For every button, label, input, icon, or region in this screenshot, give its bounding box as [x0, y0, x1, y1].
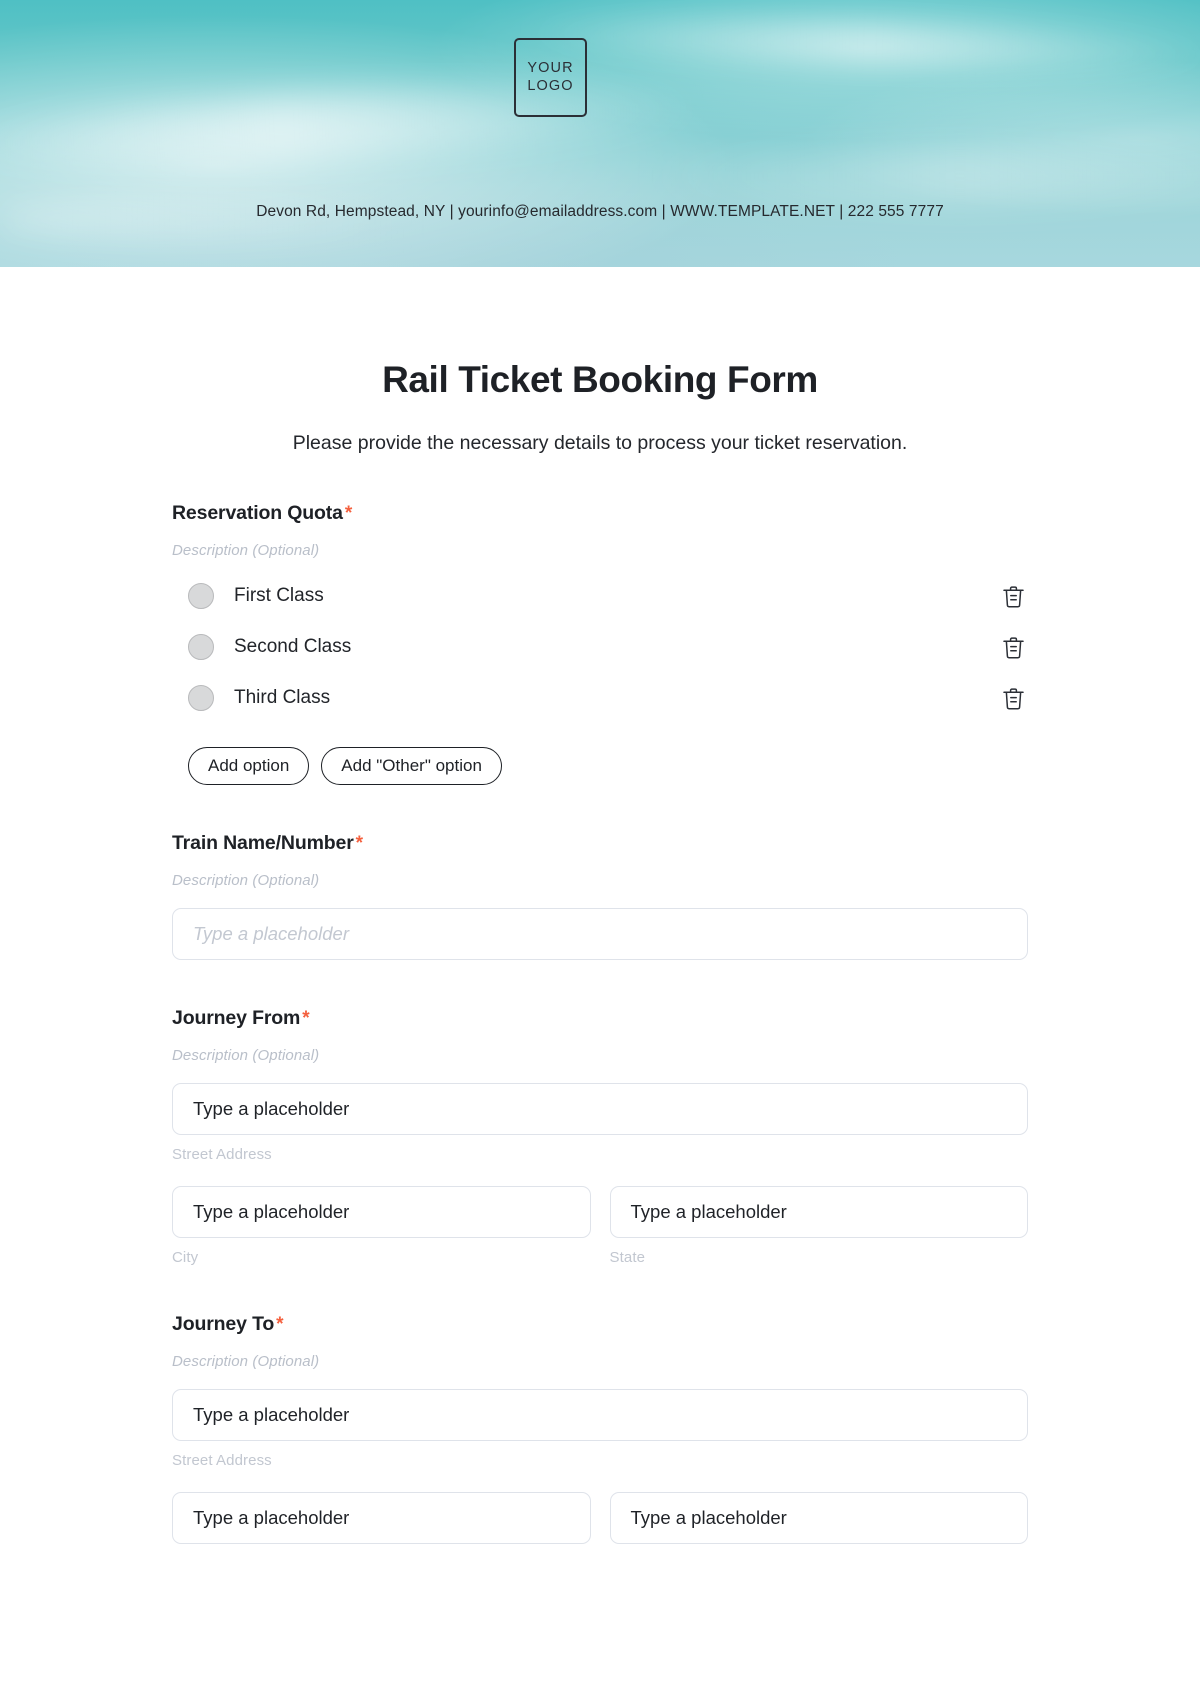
required-asterisk: *: [355, 833, 363, 854]
field-label-text: Journey To: [172, 1313, 275, 1335]
cloud-wisp-decoration: [519, 11, 1200, 77]
input-value: Type a placeholder: [630, 1201, 787, 1222]
journey-from-city-sublabel: City: [172, 1249, 199, 1266]
field-label-text: Train Name/Number: [172, 832, 354, 854]
trash-icon[interactable]: [1000, 633, 1026, 661]
field-description: Description (Optional): [172, 1353, 320, 1370]
option-label: First Class: [234, 585, 324, 606]
input-value: Type a placeholder: [193, 1098, 350, 1119]
required-asterisk: *: [302, 1008, 310, 1029]
logo: YOUR LOGO: [514, 38, 587, 117]
journey-from-state-sublabel: State: [609, 1249, 646, 1266]
required-asterisk: *: [344, 503, 353, 524]
field-label: Train Name/Number *: [172, 832, 1028, 855]
radio-button-icon[interactable]: [188, 634, 214, 660]
field-journey-to: Journey To * Description (Optional) Type …: [172, 1266, 1028, 1544]
field-description: Description (Optional): [172, 872, 320, 889]
field-label: Journey To *: [172, 1313, 1028, 1336]
input-value: Type a placeholder: [193, 1201, 350, 1222]
option-row[interactable]: First Class: [172, 576, 1028, 616]
form-content: Rail Ticket Booking Form Please provide …: [172, 267, 1028, 1544]
journey-to-state-input[interactable]: Type a placeholder: [609, 1492, 1028, 1544]
input-value: Type a placeholder: [193, 1404, 350, 1425]
journey-from-city-group: Type a placeholder City: [172, 1163, 591, 1266]
radio-button-icon[interactable]: [188, 685, 214, 711]
journey-to-street-sublabel: Street Address: [172, 1452, 272, 1469]
journey-to-street-input[interactable]: Type a placeholder: [172, 1389, 1028, 1441]
page-subtitle: Please provide the necessary details to …: [292, 432, 908, 454]
page-title: Rail Ticket Booking Form: [382, 359, 818, 400]
journey-from-street-input[interactable]: Type a placeholder: [172, 1083, 1028, 1135]
train-name-input[interactable]: Type a placeholder: [172, 908, 1028, 960]
field-train-name-number: Train Name/Number * Description (Optional…: [172, 785, 1028, 960]
header-contact-info: Devon Rd, Hempstead, NY | yourinfo@email…: [256, 203, 944, 220]
logo-line-2: LOGO: [527, 77, 574, 94]
journey-from-state-input[interactable]: Type a placeholder: [609, 1186, 1028, 1238]
field-description: Description (Optional): [172, 542, 320, 559]
cloud-wisp-decoration: [0, 76, 702, 178]
option-row[interactable]: Second Class: [172, 627, 1028, 667]
journey-to-city-input[interactable]: Type a placeholder: [172, 1492, 591, 1544]
journey-from-city-state-row: Type a placeholder City Type a placehold…: [172, 1163, 1028, 1266]
journey-from-city-input[interactable]: Type a placeholder: [172, 1186, 591, 1238]
field-journey-from: Journey From * Description (Optional) Typ…: [172, 960, 1028, 1266]
option-row[interactable]: Third Class: [172, 678, 1028, 718]
journey-to-city-group: Type a placeholder: [172, 1469, 591, 1544]
journey-from-street-sublabel: Street Address: [172, 1146, 272, 1163]
field-reservation-quota: Reservation Quota * Description (Optional…: [172, 455, 1028, 785]
field-label-text: Journey From: [172, 1007, 301, 1029]
journey-to-city-state-row: Type a placeholder Type a placeholder: [172, 1469, 1028, 1544]
add-option-button[interactable]: Add option: [188, 747, 310, 785]
radio-button-icon[interactable]: [188, 583, 214, 609]
input-value: Type a placeholder: [193, 1507, 350, 1528]
input-placeholder: Type a placeholder: [193, 923, 349, 944]
input-value: Type a placeholder: [630, 1507, 787, 1528]
field-label-text: Reservation Quota: [172, 502, 343, 524]
journey-from-state-group: Type a placeholder State: [609, 1163, 1028, 1266]
option-label: Second Class: [234, 636, 352, 657]
page-header-banner: YOUR LOGO Devon Rd, Hempstead, NY | your…: [0, 0, 1200, 267]
journey-to-state-group: Type a placeholder: [609, 1469, 1028, 1544]
form-page: Rail Ticket Booking Form Please provide …: [0, 267, 1200, 1584]
field-label: Journey From *: [172, 1007, 1028, 1030]
field-label: Reservation Quota *: [172, 502, 1028, 525]
option-actions: Add option Add "Other" option: [188, 747, 1028, 785]
field-description: Description (Optional): [172, 1047, 320, 1064]
cloud-wisp-decoration: [640, 150, 1200, 202]
required-asterisk: *: [276, 1314, 284, 1335]
add-other-option-button[interactable]: Add "Other" option: [321, 747, 502, 785]
trash-icon[interactable]: [1000, 582, 1026, 610]
logo-line-1: YOUR: [527, 60, 574, 77]
trash-icon[interactable]: [1000, 684, 1026, 712]
option-label: Third Class: [234, 687, 331, 708]
